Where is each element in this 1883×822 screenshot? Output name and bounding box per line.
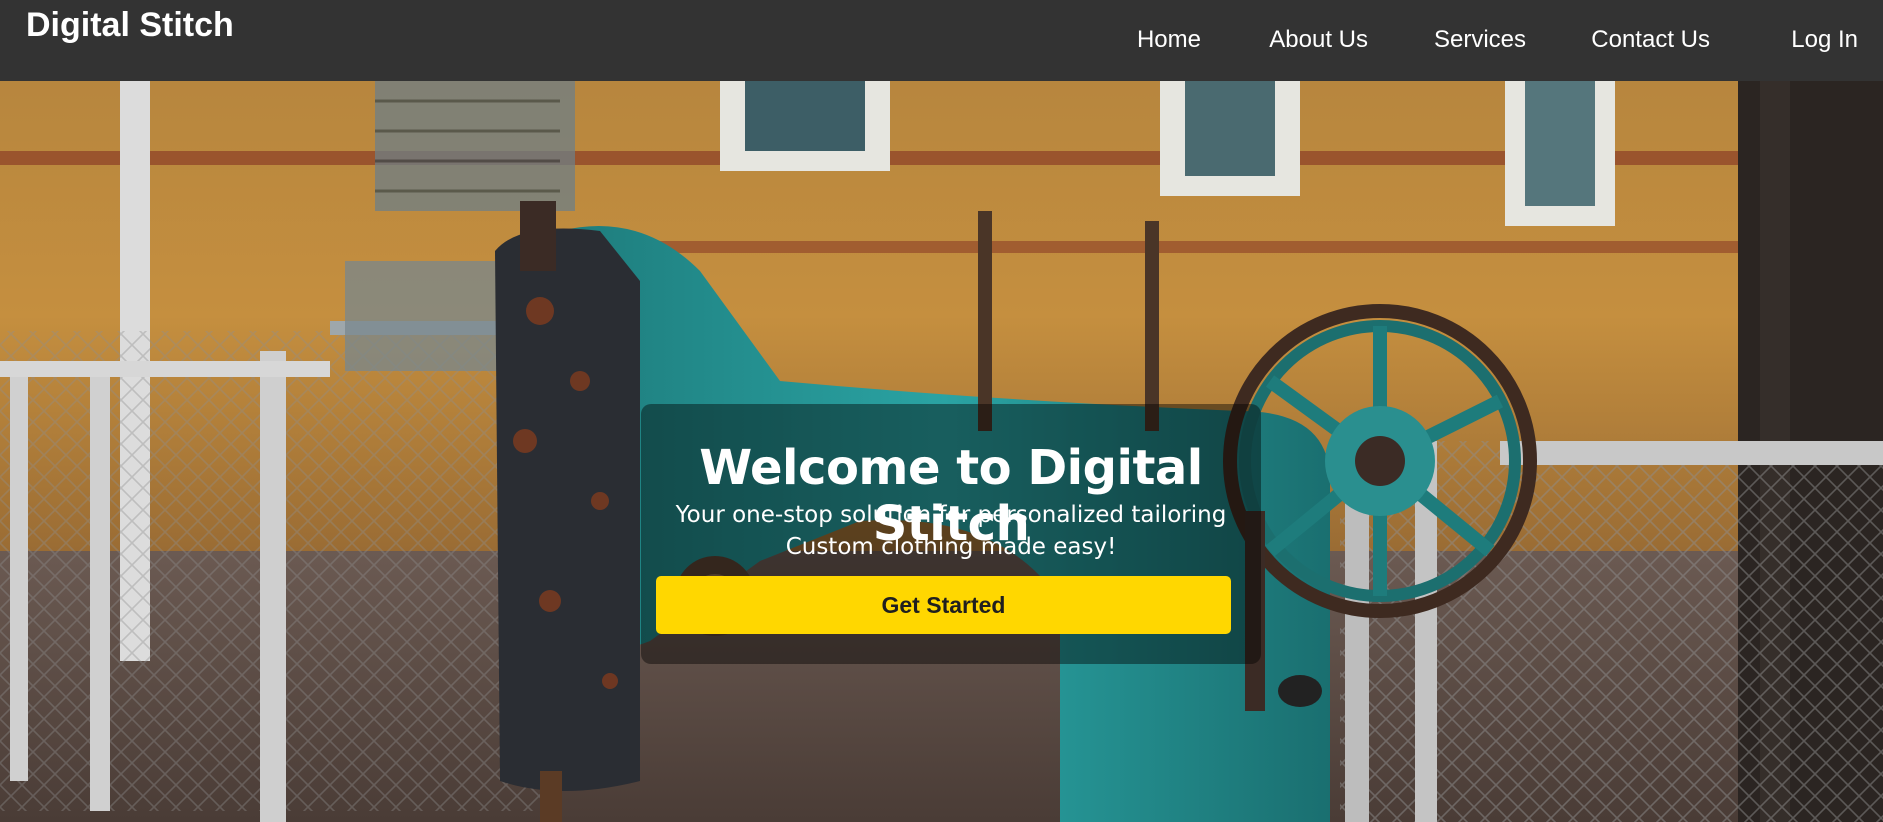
hero-section: Welcome to Digital Stitch Your one-stop … [0,81,1883,822]
nav-contact[interactable]: Contact Us [1591,26,1710,54]
brand-logo[interactable]: Digital Stitch [26,6,234,45]
hero-subtitle-line1: Your one-stop solution for personalized … [675,502,1227,528]
nav-login[interactable]: Log In [1791,26,1858,54]
nav-about[interactable]: About Us [1269,26,1368,54]
site-header: Digital Stitch Home About Us Services Co… [0,0,1883,81]
nav-services[interactable]: Services [1434,26,1526,54]
get-started-button[interactable]: Get Started [656,576,1231,634]
hero-subtitle-line2: Custom clothing made easy! [785,534,1117,560]
nav-home[interactable]: Home [1137,26,1201,54]
welcome-card: Welcome to Digital Stitch Your one-stop … [641,404,1261,664]
